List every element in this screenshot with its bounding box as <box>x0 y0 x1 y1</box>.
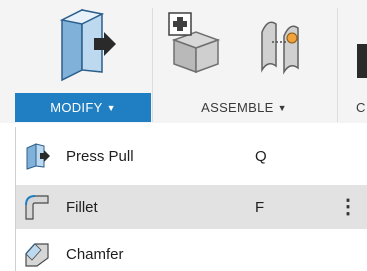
menu-item-label: Press Pull <box>66 147 134 165</box>
modify-dropdown-menu: Press Pull Q Fillet F ⋮ Chamfer <box>15 127 367 271</box>
press-pull-icon <box>23 142 51 170</box>
menu-item-shortcut: Q <box>255 147 267 165</box>
menu-item-shortcut: F <box>255 198 265 216</box>
toolbar: MODIFY ▼ ASSEMBLE ▼ C <box>0 0 367 123</box>
joint-icon[interactable] <box>252 12 316 76</box>
press-pull-large-icon[interactable] <box>48 8 120 84</box>
modify-label: MODIFY <box>50 100 103 115</box>
menu-item-fillet[interactable]: Fillet F ⋮ <box>16 185 367 229</box>
chamfer-icon <box>23 240 51 268</box>
caret-down-icon: ▼ <box>106 102 116 113</box>
truncated-tool-icon[interactable] <box>355 40 367 80</box>
menu-item-press-pull[interactable]: Press Pull Q <box>16 134 367 178</box>
menu-item-chamfer[interactable]: Chamfer <box>16 232 367 271</box>
fillet-icon <box>23 193 51 221</box>
assemble-menu-button[interactable]: ASSEMBLE ▼ <box>172 93 316 122</box>
new-component-icon[interactable] <box>166 10 232 76</box>
next-group-label: C <box>356 100 366 115</box>
menu-item-label: Fillet <box>66 198 98 216</box>
assemble-label: ASSEMBLE <box>201 100 274 115</box>
more-options-icon[interactable]: ⋮ <box>338 197 358 217</box>
next-group-menu-button[interactable]: C <box>356 93 367 122</box>
toolbar-separator <box>152 8 153 122</box>
toolbar-separator <box>337 8 338 122</box>
menu-item-label: Chamfer <box>66 245 124 263</box>
caret-down-icon: ▼ <box>277 102 287 113</box>
modify-menu-button[interactable]: MODIFY ▼ <box>15 93 151 122</box>
